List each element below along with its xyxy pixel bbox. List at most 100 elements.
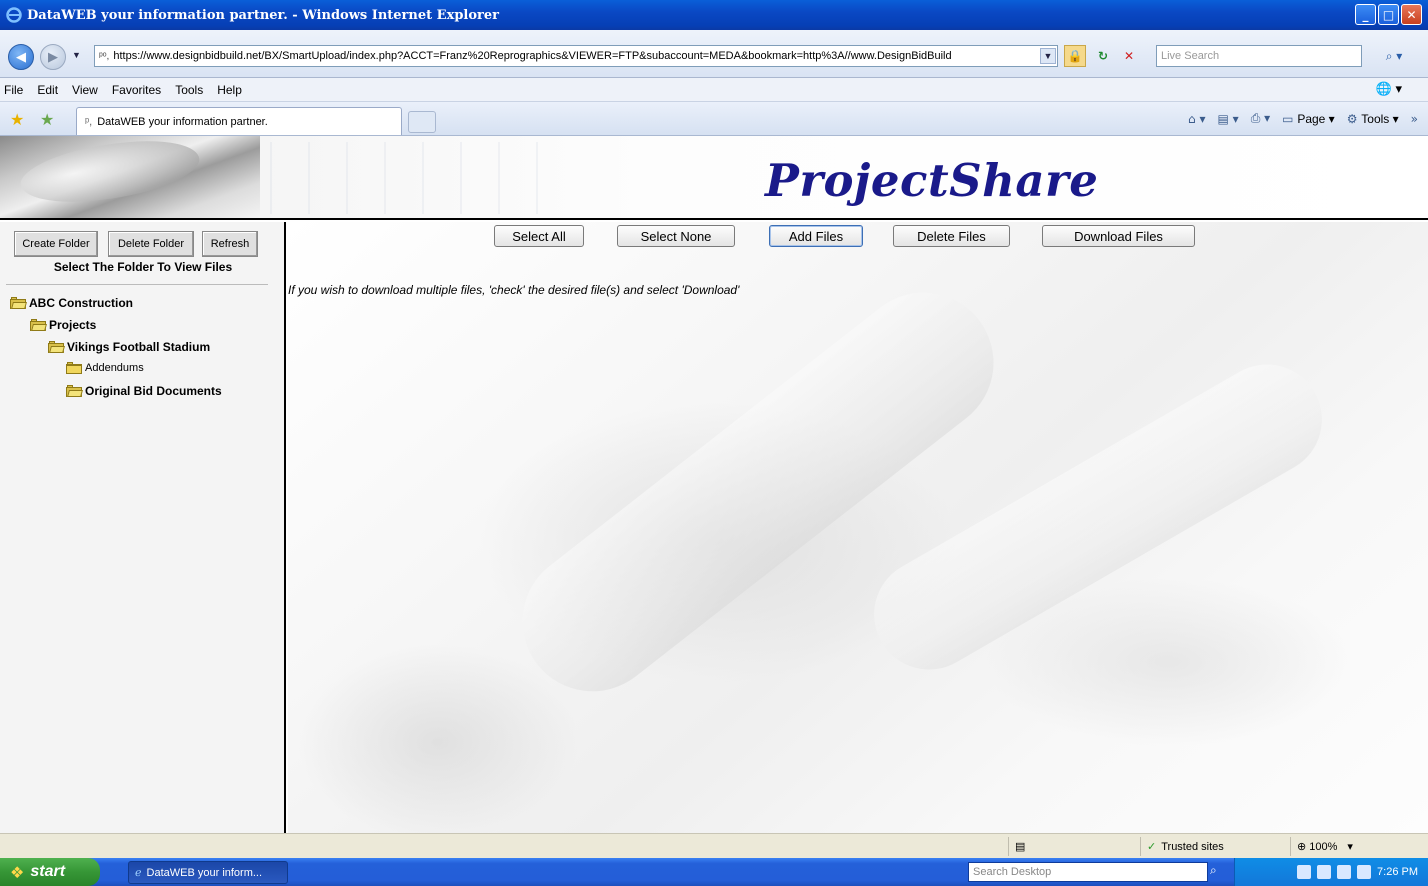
history-dropdown-icon[interactable]: ▼ xyxy=(72,50,81,60)
select-none-button[interactable]: Select None xyxy=(617,225,735,247)
internet-explorer-icon xyxy=(6,7,22,23)
menu-favorites[interactable]: Favorites xyxy=(112,83,161,97)
menu-file[interactable]: File xyxy=(4,83,23,97)
lock-icon[interactable]: 🔒 xyxy=(1064,45,1086,67)
forward-button[interactable]: ▶ xyxy=(40,44,66,70)
page-content: ProjectShare Create Folder Delete Folder… xyxy=(0,136,1428,833)
folder-open-icon xyxy=(66,385,83,397)
file-area: Select All Select None Add Files Delete … xyxy=(288,222,1428,833)
chevron-down-icon: ▾ xyxy=(1347,841,1353,853)
tree-item-label: Original Bid Documents xyxy=(85,384,222,398)
window-title: DataWEB your information partner. - Wind… xyxy=(27,7,499,23)
page-menu-label: Page xyxy=(1297,111,1326,126)
menu-edit[interactable]: Edit xyxy=(37,83,58,97)
desktop-search-input[interactable]: Search Desktop xyxy=(968,862,1208,882)
refresh-icon[interactable]: ↻ xyxy=(1092,45,1114,67)
windows-live-icon[interactable]: 🌐 ▾ xyxy=(1376,81,1402,97)
zoom-icon: ⊕ xyxy=(1297,841,1307,853)
stop-icon[interactable]: ✕ xyxy=(1118,45,1140,67)
projectshare-logo: ProjectShare xyxy=(765,154,1099,207)
live-search-input[interactable]: Live Search xyxy=(1156,45,1362,67)
new-tab-button[interactable] xyxy=(408,111,436,133)
add-favorites-icon[interactable]: ★ xyxy=(40,110,54,129)
folder-closed-icon xyxy=(66,362,82,374)
divider xyxy=(6,284,268,285)
add-files-button[interactable]: Add Files xyxy=(769,225,863,247)
zoom-control[interactable]: ⊕ 100% ▾ xyxy=(1290,837,1390,856)
tree-item-abc-construction[interactable]: ABC Construction xyxy=(10,296,133,310)
page-icon: ᵖᵒ, xyxy=(99,50,110,62)
tree-item-projects[interactable]: Projects xyxy=(30,318,96,332)
blueprint-background xyxy=(270,142,570,214)
check-icon: ✓ xyxy=(1147,840,1157,853)
internet-explorer-icon: ℯ xyxy=(135,867,142,879)
tray-icon[interactable] xyxy=(1357,865,1372,879)
print-icon[interactable]: ⎙ ▾ xyxy=(1251,111,1270,126)
tab-bar: ★ ★ ᵖ, DataWEB your information partner.… xyxy=(0,102,1428,136)
refresh-button[interactable]: Refresh xyxy=(202,231,258,257)
search-icon[interactable]: ⌕ ▾ xyxy=(1368,45,1420,67)
status-bar: ▤ ✓ Trusted sites ⊕ 100% ▾ xyxy=(0,833,1428,858)
menu-tools[interactable]: Tools xyxy=(175,83,203,97)
banner: ProjectShare xyxy=(0,136,1428,220)
browser-tab[interactable]: ᵖ, DataWEB your information partner. xyxy=(76,107,402,135)
security-zone[interactable]: ✓ Trusted sites xyxy=(1140,837,1280,856)
rolled-plans-image xyxy=(0,136,260,218)
chevron-more-icon[interactable]: » xyxy=(1411,112,1418,126)
security-zone-label: Trusted sites xyxy=(1161,840,1224,853)
home-icon[interactable]: ⌂ ▾ xyxy=(1188,112,1205,126)
folder-open-icon xyxy=(30,319,47,331)
tree-item-original-bid-documents[interactable]: Original Bid Documents xyxy=(66,384,222,398)
url-text: https://www.designbidbuild.net/BX/SmartU… xyxy=(113,50,952,62)
url-dropdown-icon[interactable]: ▼ xyxy=(1040,48,1056,64)
favorites-star-icon[interactable]: ★ xyxy=(10,110,24,129)
tree-item-vikings-football-stadium[interactable]: Vikings Football Stadium xyxy=(48,340,210,354)
windows-logo-icon: ❖ xyxy=(10,862,25,882)
tree-item-addendums[interactable]: Addendums xyxy=(66,362,144,374)
start-button[interactable]: ❖ start xyxy=(0,858,100,886)
taskbar-item-ie[interactable]: ℯ DataWEB your inform... xyxy=(128,861,288,884)
folder-panel: Create Folder Delete Folder Refresh Sele… xyxy=(0,222,286,833)
menu-bar: File Edit View Favorites Tools Help 🌐 ▾ xyxy=(0,78,1428,102)
tray-icon[interactable] xyxy=(1297,865,1312,879)
select-all-button[interactable]: Select All xyxy=(494,225,584,247)
url-input[interactable]: ᵖᵒ, https://www.designbidbuild.net/BX/Sm… xyxy=(94,45,1058,67)
tree-item-label: Addendums xyxy=(85,362,144,374)
gear-icon: ⚙ xyxy=(1346,111,1362,126)
maximize-button[interactable]: □ xyxy=(1378,4,1399,25)
taskbar-item-label: DataWEB your inform... xyxy=(146,866,263,879)
tab-page-icon: ᵖ, xyxy=(85,115,93,128)
delete-folder-button[interactable]: Delete Folder xyxy=(108,231,194,257)
system-tray: 7:26 PM xyxy=(1234,858,1428,886)
download-hint: If you wish to download multiple files, … xyxy=(288,283,740,297)
tools-menu-label: Tools xyxy=(1361,111,1390,126)
menu-help[interactable]: Help xyxy=(217,83,242,97)
folder-open-icon xyxy=(10,297,27,309)
create-folder-button[interactable]: Create Folder xyxy=(14,231,98,257)
tree-item-label: ABC Construction xyxy=(29,296,133,310)
menu-view[interactable]: View xyxy=(72,83,98,97)
tray-icon[interactable] xyxy=(1317,865,1332,879)
tab-label: DataWEB your information partner. xyxy=(97,115,268,128)
clock[interactable]: 7:26 PM xyxy=(1377,866,1418,878)
window-title-bar: DataWEB your information partner. - Wind… xyxy=(0,0,1428,30)
delete-files-button[interactable]: Delete Files xyxy=(893,225,1010,247)
tray-icon[interactable] xyxy=(1337,865,1352,879)
taskbar: ❖ start ℯ DataWEB your inform... Search … xyxy=(0,858,1428,886)
page-status-icon: ▤ xyxy=(1008,837,1048,856)
tools-menu[interactable]: ⚙ Tools ▾ xyxy=(1347,112,1399,126)
back-button[interactable]: ◀ xyxy=(8,44,34,70)
close-button[interactable]: ✕ xyxy=(1401,4,1422,25)
start-label: start xyxy=(30,863,66,880)
search-icon[interactable]: ⌕ xyxy=(1210,863,1217,878)
download-files-button[interactable]: Download Files xyxy=(1042,225,1195,247)
page-menu[interactable]: ▭ Page ▾ xyxy=(1282,112,1335,126)
minimize-button[interactable]: _ xyxy=(1355,4,1376,25)
page-icon: ▭ xyxy=(1282,111,1298,126)
tree-item-label: Vikings Football Stadium xyxy=(67,340,211,354)
tree-item-label: Projects xyxy=(49,318,97,332)
folder-open-icon xyxy=(48,341,65,353)
feeds-icon[interactable]: ▤ ▾ xyxy=(1218,112,1239,126)
address-bar: ◀ ▶ ▼ ᵖᵒ, https://www.designbidbuild.net… xyxy=(0,30,1428,78)
folder-panel-title: Select The Folder To View Files xyxy=(53,260,233,274)
